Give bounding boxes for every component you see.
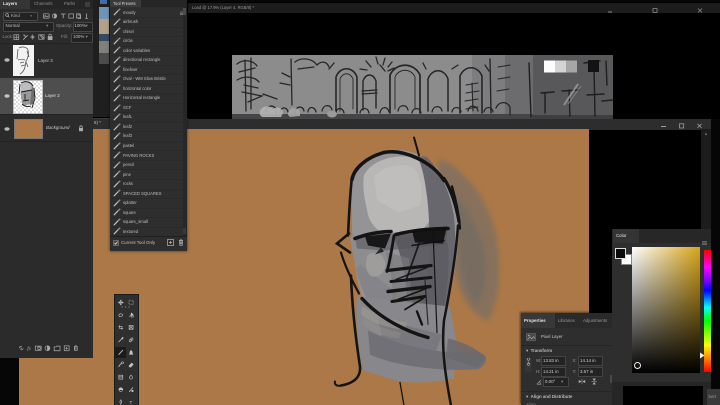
svg-text:fx: fx bbox=[27, 345, 31, 352]
svg-text:T: T bbox=[129, 400, 132, 405]
